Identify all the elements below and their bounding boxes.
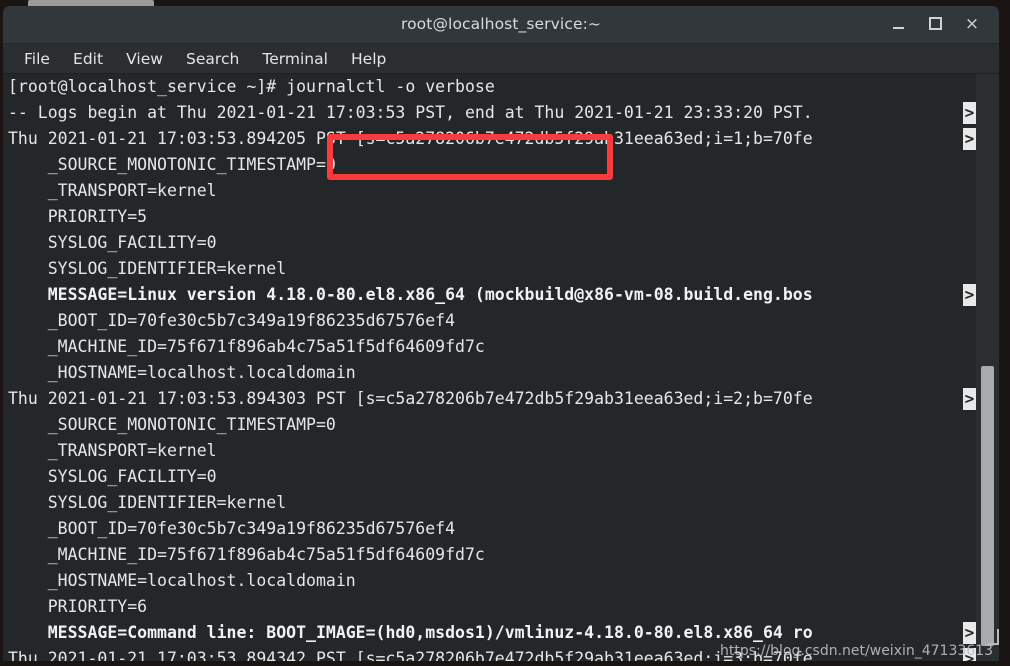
menu-item-file[interactable]: File (15, 44, 59, 74)
terminal-line-text: PRIORITY=5 (8, 207, 148, 226)
terminal-output-area[interactable]: [root@localhost_service ~]# journalctl -… (3, 74, 999, 661)
terminal-window: root@localhost_service:~ × File Edit Vie… (3, 6, 999, 661)
terminal-line: Thu 2021-01-21 17:03:53.894303 PST [s=c5… (3, 386, 976, 412)
terminal-line-text: _HOSTNAME=localhost.localdomain (8, 363, 356, 382)
terminal-line: MESSAGE=Linux version 4.18.0-80.el8.x86_… (3, 282, 976, 308)
minimize-button[interactable] (883, 6, 913, 43)
terminal-line: SYSLOG_FACILITY=0 (3, 230, 976, 256)
terminal-line: _BOOT_ID=70fe30c5b7c349a19f86235d67576ef… (3, 308, 976, 334)
terminal-line: PRIORITY=5 (3, 204, 976, 230)
maximize-button[interactable] (920, 6, 950, 43)
line-wrap-marker-icon: > (963, 102, 976, 124)
terminal-line-text: Thu 2021-01-21 17:03:53.894303 PST [s=c5… (8, 389, 813, 408)
terminal-line-text: _TRANSPORT=kernel (8, 441, 217, 460)
terminal-line: [root@localhost_service ~]# journalctl -… (3, 74, 976, 100)
terminal-line-text: _BOOT_ID=70fe30c5b7c349a19f86235d67576ef… (8, 311, 456, 330)
terminal-line-text: _HOSTNAME=localhost.localdomain (8, 571, 356, 590)
terminal-line-text: SYSLOG_FACILITY=0 (8, 233, 217, 252)
maximize-icon (928, 17, 942, 30)
terminal-line-text: SYSLOG_IDENTIFIER=kernel (8, 259, 287, 278)
terminal-line-text: _TRANSPORT=kernel (8, 181, 217, 200)
terminal-line-text: SYSLOG_IDENTIFIER=kernel (8, 493, 287, 512)
watermark-text: https://blog.csdn.net/weixin_47133613 (719, 643, 993, 659)
terminal-line: SYSLOG_IDENTIFIER=kernel (3, 256, 976, 282)
terminal-line-text: PRIORITY=6 (8, 597, 148, 616)
terminal-line-text: Thu 2021-01-21 17:03:53.894205 PST [s=c5… (8, 129, 813, 148)
terminal-line: _TRANSPORT=kernel (3, 438, 976, 464)
terminal-line: _BOOT_ID=70fe30c5b7c349a19f86235d67576ef… (3, 516, 976, 542)
terminal-line: _MACHINE_ID=75f671f896ab4c75a51f5df64609… (3, 334, 976, 360)
line-wrap-marker-icon: > (963, 622, 976, 644)
watermark-corner-mark (988, 629, 999, 645)
terminal-line: _HOSTNAME=localhost.localdomain (3, 568, 976, 594)
terminal-line-text: _SOURCE_MONOTONIC_TIMESTAMP=0 (8, 415, 336, 434)
terminal-line: _TRANSPORT=kernel (3, 178, 976, 204)
terminal-line: -- Logs begin at Thu 2021-01-21 17:03:53… (3, 100, 976, 126)
terminal-line: _MACHINE_ID=75f671f896ab4c75a51f5df64609… (3, 542, 976, 568)
line-wrap-marker-icon: > (963, 128, 976, 150)
minimize-icon (892, 26, 904, 29)
terminal-line-text: -- Logs begin at Thu 2021-01-21 17:03:53… (8, 103, 813, 122)
line-wrap-marker-icon: > (963, 388, 976, 410)
terminal-line: SYSLOG_FACILITY=0 (3, 464, 976, 490)
terminal-scrollbar[interactable] (976, 74, 999, 661)
menu-item-view[interactable]: View (117, 44, 172, 74)
terminal-line-text: _MACHINE_ID=75f671f896ab4c75a51f5df64609… (8, 545, 485, 564)
terminal-line: _SOURCE_MONOTONIC_TIMESTAMP=0 (3, 412, 976, 438)
menu-item-help[interactable]: Help (342, 44, 395, 74)
menubar: File Edit View Search Terminal Help (3, 44, 999, 74)
terminal-line-list: [root@localhost_service ~]# journalctl -… (3, 74, 976, 661)
terminal-line: _HOSTNAME=localhost.localdomain (3, 360, 976, 386)
terminal-line-text: _SOURCE_MONOTONIC_TIMESTAMP=0 (8, 155, 336, 174)
terminal-line-text: _MACHINE_ID=75f671f896ab4c75a51f5df64609… (8, 337, 485, 356)
menu-item-edit[interactable]: Edit (64, 44, 112, 74)
line-wrap-marker-icon: > (963, 284, 976, 306)
menu-item-search[interactable]: Search (177, 44, 248, 74)
window-titlebar: root@localhost_service:~ × (3, 6, 999, 44)
terminal-line: SYSLOG_IDENTIFIER=kernel (3, 490, 976, 516)
terminal-line-text: _BOOT_ID=70fe30c5b7c349a19f86235d67576ef… (8, 519, 456, 538)
window-title: root@localhost_service:~ (400, 15, 602, 33)
terminal-line: Thu 2021-01-21 17:03:53.894205 PST [s=c5… (3, 126, 976, 152)
terminal-line-text: Thu 2021-01-21 17:03:53.894342 PST [s=c5… (8, 649, 813, 661)
terminal-line: _SOURCE_MONOTONIC_TIMESTAMP=0 (3, 152, 976, 178)
scrollbar-thumb[interactable] (981, 366, 994, 646)
terminal-line: PRIORITY=6 (3, 594, 976, 620)
terminal-line-text: SYSLOG_FACILITY=0 (8, 467, 217, 486)
terminal-line-text: MESSAGE=Linux version 4.18.0-80.el8.x86_… (8, 285, 813, 304)
menu-item-terminal[interactable]: Terminal (253, 44, 337, 74)
terminal-line-text: [root@localhost_service ~]# journalctl -… (8, 77, 495, 96)
close-button[interactable]: × (957, 6, 987, 43)
terminal-line-text: MESSAGE=Command line: BOOT_IMAGE=(hd0,ms… (8, 623, 813, 642)
